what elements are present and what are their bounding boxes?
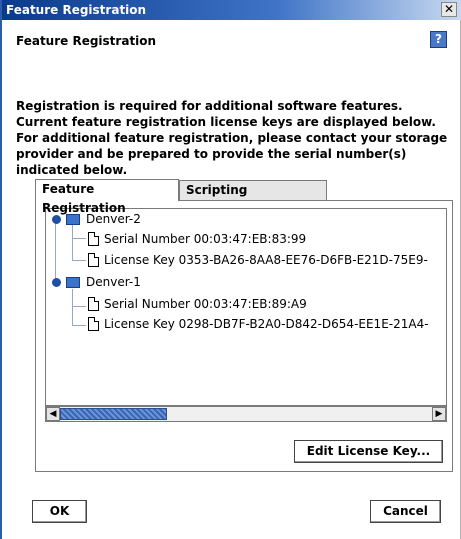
feature-registration-dialog: Feature Registration ✕ Feature Registrat… xyxy=(0,0,461,539)
document-icon xyxy=(88,317,99,331)
tree-node-serial-number[interactable]: Serial Number 00:03:47:EB:89:A9 xyxy=(88,295,438,313)
document-icon xyxy=(88,253,99,267)
tree-connector xyxy=(72,325,86,326)
tree-node-denver-1[interactable]: Denver-1 xyxy=(52,273,442,291)
scroll-right-button[interactable]: ▶ xyxy=(432,407,446,421)
arrow-right-icon: ▶ xyxy=(435,409,443,419)
license-tree[interactable]: Denver-2 Serial Number 00:03:47:EB:83:99… xyxy=(45,208,447,406)
tree-node-license-key[interactable]: License Key 0353-BA26-8AA8-EE76-D6FB-E21… xyxy=(88,251,446,269)
scrollbar-thumb[interactable] xyxy=(60,408,167,420)
registration-description: Registration is required for additional … xyxy=(16,99,448,177)
tree-connector xyxy=(72,260,86,261)
expand-toggle-icon[interactable] xyxy=(52,278,61,287)
tab-feature-registration[interactable]: Feature Registration xyxy=(35,179,179,215)
tree-node-label: Serial Number 00:03:47:EB:89:A9 xyxy=(104,297,307,311)
arrow-left-icon: ◀ xyxy=(49,409,57,419)
title-bar[interactable]: Feature Registration ✕ xyxy=(2,0,461,20)
tree-node-label: License Key 0298-DB7F-B2A0-D842-D654-EE1… xyxy=(104,317,429,331)
close-button[interactable]: ✕ xyxy=(441,2,457,17)
scroll-left-button[interactable]: ◀ xyxy=(46,407,60,421)
folder-icon xyxy=(66,277,80,288)
page-title: Feature Registration xyxy=(16,34,157,48)
close-icon: ✕ xyxy=(443,2,455,16)
tree-connector xyxy=(72,224,73,261)
tree-node-license-key[interactable]: License Key 0298-DB7F-B2A0-D842-D654-EE1… xyxy=(88,315,446,333)
document-icon xyxy=(88,232,99,246)
tree-node-label: Denver-1 xyxy=(86,275,141,289)
edit-license-key-button[interactable]: Edit License Key... xyxy=(294,440,443,463)
tree-connector xyxy=(72,289,73,326)
ok-button[interactable]: OK xyxy=(32,500,87,523)
tree-connector xyxy=(72,238,86,239)
help-icon[interactable]: ? xyxy=(430,31,447,48)
tree-connector xyxy=(72,306,86,307)
document-icon xyxy=(88,297,99,311)
cancel-button[interactable]: Cancel xyxy=(370,500,441,523)
tree-node-label: License Key 0353-BA26-8AA8-EE76-D6FB-E21… xyxy=(104,253,428,267)
tree-node-serial-number[interactable]: Serial Number 00:03:47:EB:83:99 xyxy=(88,230,438,248)
tree-connector xyxy=(55,223,56,280)
tab-scripting-evaluation[interactable]: Scripting Evaluation xyxy=(179,180,327,215)
horizontal-scrollbar[interactable]: ◀ ▶ xyxy=(45,406,447,422)
tree-node-label: Serial Number 00:03:47:EB:83:99 xyxy=(104,232,307,246)
window-title: Feature Registration xyxy=(6,3,147,17)
